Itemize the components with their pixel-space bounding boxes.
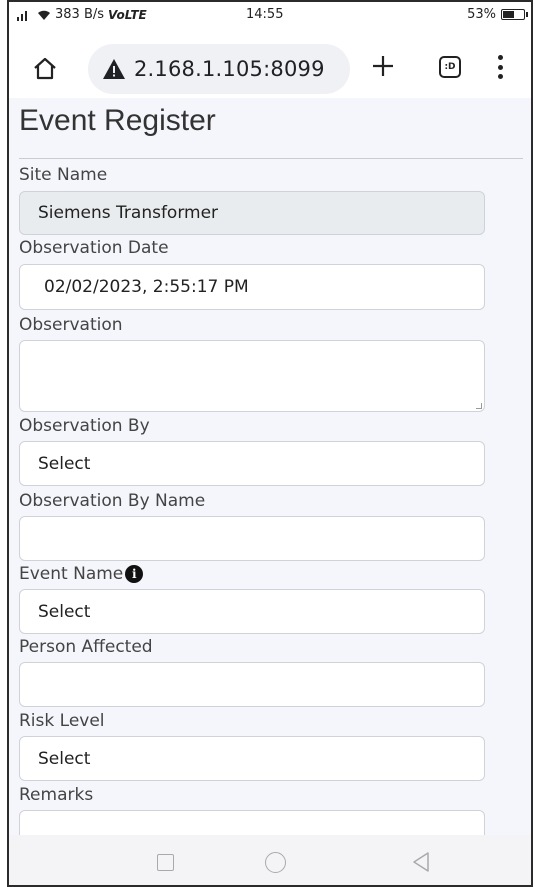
volte-indicator: VoLTE — [108, 7, 147, 22]
remarks-label: Remarks — [19, 785, 94, 805]
observation-date-value: 02/02/2023, 2:55:17 PM — [44, 277, 249, 297]
observation-date-label: Observation Date — [19, 238, 169, 258]
battery-level-fill — [503, 11, 514, 18]
observation-by-name-label: Observation By Name — [19, 491, 206, 511]
event-name-value: Select — [38, 601, 91, 622]
remarks-input[interactable] — [19, 810, 485, 835]
event-name-label: Event Name i — [19, 564, 144, 584]
back-icon[interactable] — [411, 851, 431, 873]
new-tab-icon[interactable] — [372, 55, 394, 77]
site-name-label: Site Name — [19, 165, 108, 185]
signal-icon — [17, 10, 27, 21]
info-icon[interactable]: i — [125, 565, 144, 583]
observation-by-select[interactable]: Select — [19, 441, 485, 486]
status-bar: 383 B/s VoLTE 14:55 53% — [9, 2, 531, 28]
battery-percent: 53% — [467, 7, 496, 22]
observation-by-label: Observation By — [19, 416, 150, 436]
observation-date-field[interactable]: 02/02/2023, 2:55:17 PM — [19, 264, 485, 310]
status-time: 14:55 — [246, 7, 284, 22]
address-bar[interactable]: 2.168.1.105:8099 — [88, 44, 350, 94]
url-text[interactable]: 2.168.1.105:8099 — [134, 57, 325, 81]
browser-toolbar: 2.168.1.105:8099 :D — [9, 28, 531, 98]
event-name-label-text: Event Name — [19, 564, 124, 584]
wifi-icon — [38, 10, 50, 20]
system-nav-bar — [9, 835, 531, 885]
home-button-icon[interactable] — [265, 852, 286, 873]
observation-by-value: Select — [38, 453, 91, 474]
phone-screen: 383 B/s VoLTE 14:55 53% 2.168.1.105:8099… — [7, 0, 533, 887]
event-name-select[interactable]: Select — [19, 589, 485, 634]
network-speed: 383 B/s — [55, 7, 105, 22]
battery-icon — [501, 9, 528, 20]
observation-textarea[interactable] — [19, 340, 485, 412]
title-divider — [19, 158, 523, 159]
page-title: Event Register — [19, 104, 216, 137]
site-name-value: Siemens Transformer — [38, 203, 219, 223]
risk-level-select[interactable]: Select — [19, 736, 485, 781]
recent-apps-icon[interactable] — [157, 854, 174, 871]
site-name-field: Siemens Transformer — [19, 191, 485, 235]
more-menu-icon[interactable] — [496, 55, 504, 79]
observation-by-name-input[interactable] — [19, 516, 485, 561]
risk-level-label: Risk Level — [19, 711, 105, 731]
resize-handle[interactable] — [476, 403, 482, 409]
tab-switcher-label: :D — [444, 62, 456, 72]
person-affected-input[interactable] — [19, 662, 485, 707]
warning-icon[interactable] — [102, 58, 126, 80]
person-affected-label: Person Affected — [19, 637, 153, 657]
event-register-form: Event Register Site Name Siemens Transfo… — [9, 98, 531, 835]
home-icon[interactable] — [33, 56, 57, 80]
observation-label: Observation — [19, 315, 123, 335]
battery-indicator: 53% — [467, 7, 528, 22]
status-left: 383 B/s VoLTE — [17, 7, 147, 22]
tab-switcher-icon[interactable]: :D — [439, 56, 461, 78]
risk-level-value: Select — [38, 748, 91, 769]
